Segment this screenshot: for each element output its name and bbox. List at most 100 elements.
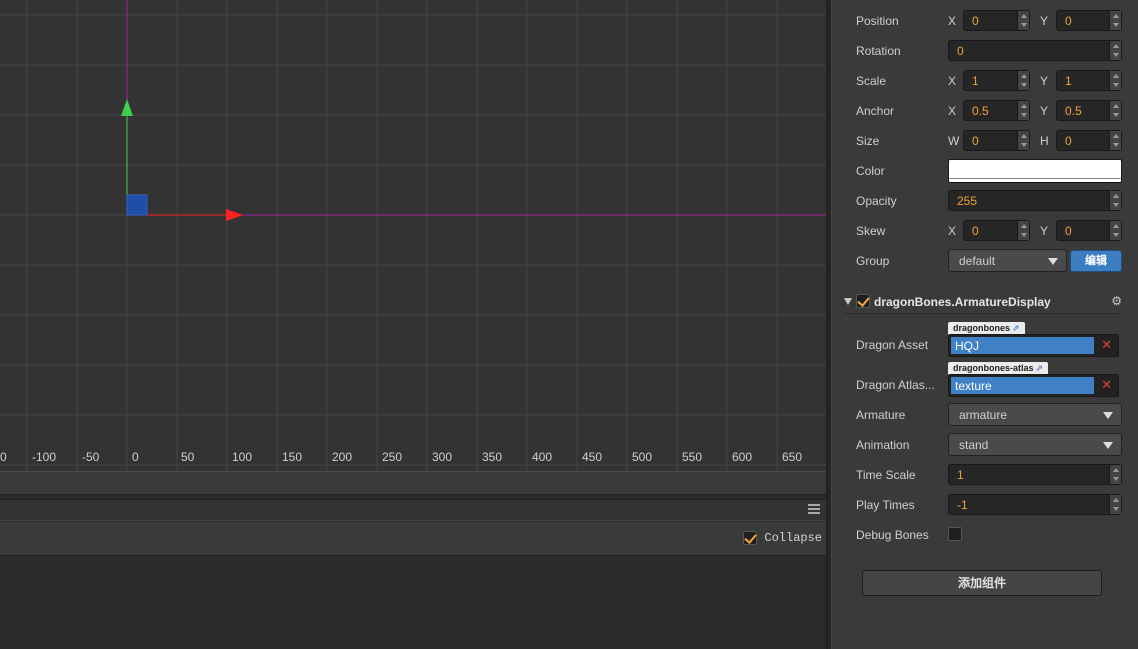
ruler-tick-label: -100 — [32, 450, 56, 464]
ruler-tick-label: 650 — [782, 450, 802, 464]
console-toolbar: Collapse — [0, 522, 826, 556]
ruler-tick-label: 150 — [282, 450, 302, 464]
ruler-tick-label: 50 — [181, 450, 195, 464]
ruler-labels: 0 -100 -50 0 50 100 150 200 250 300 350 400 450 500 55… — [0, 450, 802, 464]
component-enabled-checkbox[interactable] — [856, 294, 870, 308]
anchor-x-input[interactable]: 0.5 — [963, 100, 1030, 121]
skew-y-input[interactable]: 0 — [1056, 220, 1122, 241]
armature-select[interactable]: armature — [948, 403, 1122, 426]
size-height-input[interactable]: 0 — [1056, 130, 1122, 151]
size-width-stepper[interactable] — [1017, 131, 1029, 150]
skew-x-axis-label: X — [948, 224, 957, 238]
anchor-label: Anchor — [856, 104, 895, 118]
size-label: Size — [856, 134, 880, 148]
color-label: Color — [856, 164, 885, 178]
play-times-label: Play Times — [856, 498, 915, 512]
menu-icon[interactable] — [808, 504, 820, 516]
skew-y-stepper[interactable] — [1109, 221, 1121, 240]
group-label: Group — [856, 254, 890, 268]
scale-x-axis-label: X — [948, 74, 957, 88]
dragon-asset-value[interactable]: HQJ — [951, 337, 1094, 354]
animation-select[interactable]: stand — [948, 433, 1122, 456]
color-swatch[interactable] — [948, 159, 1122, 183]
ruler-tick-label: -50 — [82, 450, 100, 464]
time-scale-input[interactable]: 1 — [948, 464, 1122, 485]
size-height-stepper[interactable] — [1109, 131, 1121, 150]
size-width-input[interactable]: 0 — [963, 130, 1030, 151]
scale-x-input[interactable]: 1 — [963, 70, 1030, 91]
component-header[interactable]: dragonBones.ArmatureDisplay ⚙ — [844, 292, 1122, 314]
dragon-asset-field[interactable]: HQJ ✕ — [948, 334, 1119, 357]
animation-label: Animation — [856, 438, 910, 452]
anchor-x-axis-label: X — [948, 104, 957, 118]
size-h-axis-label: H — [1040, 134, 1049, 148]
group-edit-button[interactable]: 编辑 — [1070, 250, 1122, 272]
ruler-tick-label: 550 — [682, 450, 702, 464]
scale-y-stepper[interactable] — [1109, 71, 1121, 90]
ruler-tick-label: 450 — [582, 450, 602, 464]
rotation-stepper[interactable] — [1109, 41, 1121, 60]
ruler-tick-label: 600 — [732, 450, 752, 464]
group-select[interactable]: default — [948, 249, 1067, 272]
console-output[interactable] — [0, 557, 826, 649]
anchor-y-input[interactable]: 0.5 — [1056, 100, 1122, 121]
ruler-tick-label: 300 — [432, 450, 452, 464]
dragon-asset-label: Dragon Asset — [856, 338, 929, 352]
dragon-atlas-value[interactable]: texture — [951, 377, 1094, 394]
anchor-x-stepper[interactable] — [1017, 101, 1029, 120]
gear-icon[interactable]: ⚙ — [1111, 294, 1122, 308]
skew-label: Skew — [856, 224, 886, 238]
position-label: Position — [856, 14, 899, 28]
chevron-down-icon — [1048, 258, 1058, 265]
scene-view[interactable]: 0 -100 -50 0 50 100 150 200 250 300 350 400 450 500 55… — [0, 0, 826, 471]
dragon-atlas-label: Dragon Atlas... — [856, 378, 935, 392]
collapse-checkbox[interactable] — [743, 531, 758, 545]
position-y-stepper[interactable] — [1109, 11, 1121, 30]
skew-x-stepper[interactable] — [1017, 221, 1029, 240]
rotation-input[interactable]: 0 — [948, 40, 1122, 61]
ruler-tick-label: 250 — [382, 450, 402, 464]
ruler-tick-label: 500 — [632, 450, 652, 464]
node-origin-handle — [126, 194, 148, 216]
console-panel-header — [0, 499, 826, 521]
chevron-down-icon — [1103, 442, 1113, 449]
ruler-tick-label: 200 — [332, 450, 352, 464]
rotation-label: Rotation — [856, 44, 901, 58]
debug-bones-label: Debug Bones — [856, 528, 929, 542]
ruler-tick-label: 350 — [482, 450, 502, 464]
clear-atlas-icon[interactable]: ✕ — [1101, 377, 1112, 393]
opacity-label: Opacity — [856, 194, 897, 208]
component-title: dragonBones.ArmatureDisplay — [874, 295, 1051, 309]
scene-canvas[interactable]: 0 -100 -50 0 50 100 150 200 250 300 350 400 450 500 55… — [0, 0, 826, 471]
debug-bones-checkbox[interactable] — [948, 527, 962, 541]
position-y-input[interactable]: 0 — [1056, 10, 1122, 31]
clear-asset-icon[interactable]: ✕ — [1101, 337, 1112, 353]
skew-y-axis-label: Y — [1040, 224, 1049, 238]
position-x-stepper[interactable] — [1017, 11, 1029, 30]
opacity-input[interactable]: 255 — [948, 190, 1122, 211]
time-scale-stepper[interactable] — [1109, 465, 1121, 484]
scale-x-stepper[interactable] — [1017, 71, 1029, 90]
opacity-stepper[interactable] — [1109, 191, 1121, 210]
ruler-tick-label: 0 — [132, 450, 139, 464]
skew-x-input[interactable]: 0 — [963, 220, 1030, 241]
dragon-atlas-field[interactable]: texture ✕ — [948, 374, 1119, 397]
ruler-tick-label: 0 — [0, 450, 7, 464]
ruler-tick-label: 100 — [232, 450, 252, 464]
scale-y-input[interactable]: 1 — [1056, 70, 1122, 91]
position-y-axis-label: Y — [1040, 14, 1049, 28]
collapse-toggle[interactable]: Collapse — [743, 531, 822, 545]
anchor-y-axis-label: Y — [1040, 104, 1049, 118]
anchor-y-stepper[interactable] — [1109, 101, 1121, 120]
position-x-input[interactable]: 0 — [963, 10, 1030, 31]
play-times-stepper[interactable] — [1109, 495, 1121, 514]
size-w-axis-label: W — [948, 134, 960, 148]
fold-arrow-icon[interactable] — [844, 298, 852, 305]
y-axis-arrow — [121, 99, 133, 116]
time-scale-label: Time Scale — [856, 468, 916, 482]
play-times-input[interactable]: -1 — [948, 494, 1122, 515]
add-component-button[interactable]: 添加组件 — [862, 570, 1102, 596]
scale-label: Scale — [856, 74, 887, 88]
inspector-panel: Position X 0 Y 0 Rotation 0 Scale X 1 Y … — [832, 0, 1138, 649]
ruler-tick-label: 400 — [532, 450, 552, 464]
